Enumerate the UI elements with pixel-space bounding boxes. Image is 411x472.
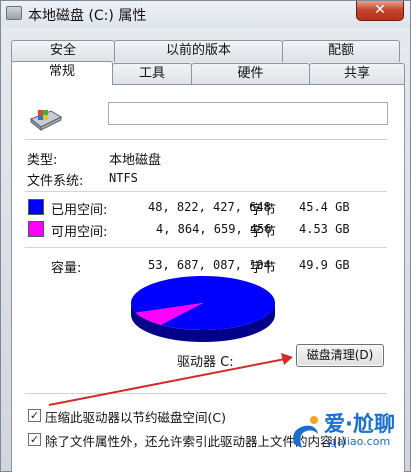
tab-sharing[interactable]: 共享 <box>309 63 405 85</box>
index-checkbox[interactable]: ✓ <box>28 433 41 446</box>
type-value: 本地磁盘 <box>109 153 162 168</box>
watermark-text: 爱·尬聊 <box>324 412 395 436</box>
filesystem-value: NTFS <box>109 171 138 185</box>
free-space-swatch <box>28 221 44 237</box>
properties-window: 本地磁盘 (C:) 属性 ✕ 安全 以前的版本 配额 常规 工具 硬件 共享 类… <box>0 0 411 472</box>
compress-checkbox[interactable]: ✓ <box>28 409 41 422</box>
filesystem-label: 文件系统: <box>27 174 84 189</box>
capacity-size: 49.9 GB <box>299 258 350 272</box>
used-space-size: 45.4 GB <box>299 200 350 214</box>
tab-tools[interactable]: 工具 <box>112 63 192 85</box>
watermark-logo-icon <box>293 416 318 448</box>
used-space-unit: 字节 <box>250 203 277 218</box>
tab-previous-versions[interactable]: 以前的版本 <box>114 40 283 62</box>
free-space-label: 可用空间: <box>51 225 108 240</box>
free-space-size: 4.53 GB <box>299 222 350 236</box>
capacity-label: 容量: <box>51 261 82 276</box>
used-space-swatch <box>28 199 44 215</box>
title-bar[interactable]: 本地磁盘 (C:) 属性 ✕ <box>1 1 410 28</box>
separator <box>25 393 387 394</box>
tab-general[interactable]: 常规 <box>11 61 113 85</box>
drive-name-input[interactable] <box>108 102 388 125</box>
tab-security[interactable]: 安全 <box>11 40 115 62</box>
watermark-url: igaliao.com <box>327 435 391 448</box>
hard-drive-icon <box>30 110 63 131</box>
separator <box>25 139 387 140</box>
free-space-unit: 字节 <box>250 225 277 240</box>
used-space-label: 已用空间: <box>51 203 108 218</box>
tab-quota[interactable]: 配额 <box>282 40 400 62</box>
watermark: 爱·尬聊 igaliao.com <box>284 408 411 472</box>
capacity-unit: 字节 <box>250 261 277 276</box>
drive-icon <box>6 6 22 20</box>
disk-usage-pie <box>131 276 275 342</box>
tab-hardware[interactable]: 硬件 <box>191 63 310 85</box>
type-label: 类型: <box>27 153 58 168</box>
compress-label[interactable]: 压缩此驱动器以节约磁盘空间(C) <box>45 407 226 426</box>
separator <box>25 247 387 248</box>
close-button[interactable]: ✕ <box>356 1 404 21</box>
separator <box>25 191 387 192</box>
window-title: 本地磁盘 (C:) 属性 <box>28 8 147 24</box>
disk-cleanup-button[interactable]: 磁盘清理(D) <box>296 344 384 367</box>
drive-label: 驱动器 C: <box>177 355 234 370</box>
